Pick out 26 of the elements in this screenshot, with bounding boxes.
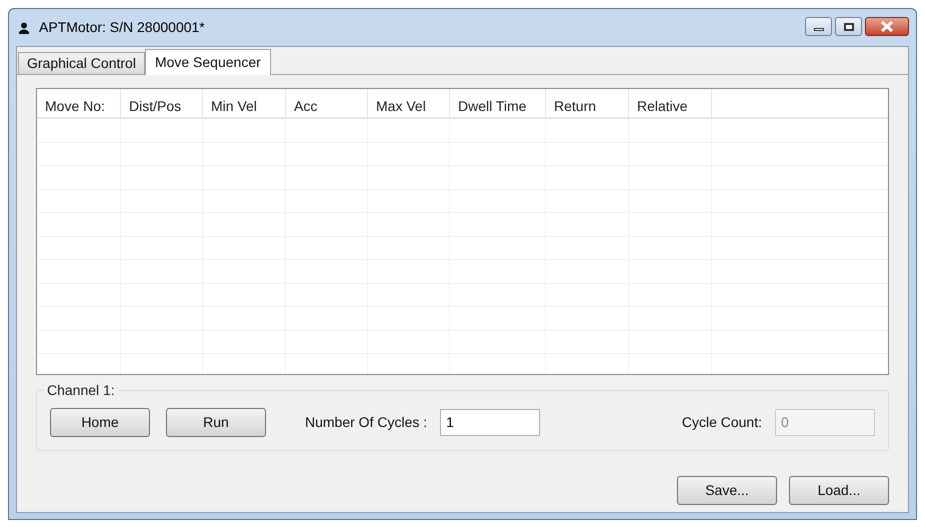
minimize-icon <box>814 28 824 30</box>
cycles-field[interactable]: 1 <box>440 408 540 436</box>
footer-button[interactable]: Save... <box>677 476 777 505</box>
column-header[interactable]: Dist/Pos <box>121 89 203 117</box>
close-button[interactable] <box>865 17 909 36</box>
person-icon <box>18 22 30 34</box>
maximize-button[interactable] <box>835 17 862 36</box>
minimize-button[interactable] <box>805 17 832 36</box>
maximize-icon <box>844 22 854 30</box>
column-header[interactable]: Acc <box>286 89 368 117</box>
window-title: APTMotor: S/N 28000001* <box>39 18 205 37</box>
cycles-label: Number Of Cycles : <box>305 412 428 432</box>
column-header[interactable]: Dwell Time <box>450 89 546 117</box>
column-header[interactable]: Min Vel <box>203 89 286 117</box>
cycle-count-label: Cycle Count: <box>682 412 762 432</box>
close-icon <box>880 21 894 32</box>
column-header[interactable]: Max Vel <box>368 89 450 117</box>
group-title: Channel 1: <box>44 382 118 398</box>
tab[interactable]: Move Sequencer <box>144 49 271 75</box>
footer-button[interactable]: Load... <box>789 476 889 505</box>
column-header[interactable]: Move No: <box>37 89 121 117</box>
tab[interactable]: Graphical Control <box>18 52 145 74</box>
column-header[interactable]: Return <box>546 89 629 117</box>
channel-button[interactable]: Home <box>50 408 150 436</box>
column-header[interactable]: Relative <box>629 89 712 117</box>
channel-button[interactable]: Run <box>166 408 266 436</box>
